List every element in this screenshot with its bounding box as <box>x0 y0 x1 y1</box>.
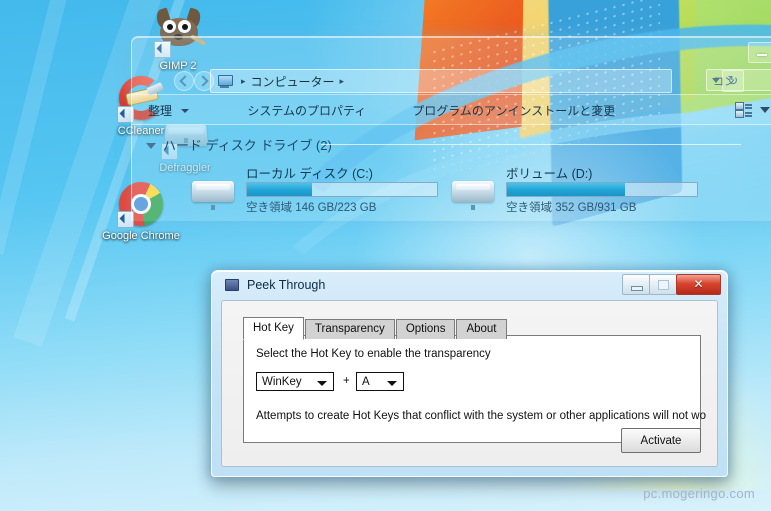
computer-icon <box>217 74 233 88</box>
site-watermark: pc.mogeringo.com <box>643 486 755 501</box>
drive-free-space: 空き領域 146 GB/223 GB <box>246 202 377 214</box>
drive-usage-bar <box>246 182 438 197</box>
breadcrumb-separator: ▸ <box>241 75 246 86</box>
view-dropdown-chevron-down-icon[interactable] <box>760 107 770 113</box>
chevron-down-icon <box>146 143 156 149</box>
dialog-minimize-button[interactable] <box>622 274 650 295</box>
explorer-address-row[interactable]: ▸ コンピューター ▸ ↻ コン <box>132 66 771 94</box>
explorer-window-controls[interactable] <box>748 42 771 63</box>
explorer-window[interactable]: ▸ コンピューター ▸ ↻ コン 整理 システムのプロパティ プログラムのアンイ… <box>131 36 771 221</box>
tab-transparency[interactable]: Transparency <box>304 319 395 339</box>
plus-separator: + <box>343 375 350 387</box>
modifier-key-value: WinKey <box>262 376 302 388</box>
dialog-window-controls[interactable]: ✕ <box>622 274 721 295</box>
explorer-content-pane: ハード ディスク ドライブ (2) ローカル ディスク (C:) 空き領域 14… <box>132 124 771 221</box>
explorer-toolbar[interactable]: 整理 システムのプロパティ プログラムのアンインストールと変更 » <box>132 94 771 125</box>
breadcrumb-separator[interactable]: ▸ <box>340 76 345 87</box>
activate-button[interactable]: Activate <box>621 428 701 453</box>
tab-panel-hot-key: Select the Hot Key to enable the transpa… <box>243 335 706 443</box>
explorer-titlebar[interactable] <box>132 37 771 66</box>
dialog-title: Peek Through <box>247 277 326 292</box>
group-label: ハード ディスク ドライブ (2) <box>163 138 332 153</box>
drive-icon <box>190 175 236 210</box>
tab-about[interactable]: About <box>456 319 507 339</box>
toolbar-system-properties-button[interactable]: システムのプロパティ <box>235 102 378 119</box>
drive-icon <box>450 175 496 210</box>
drive-item-d[interactable]: ボリューム (D:) 空き領域 352 GB/931 GB <box>450 163 705 221</box>
explorer-minimize-button[interactable] <box>748 42 771 63</box>
close-icon: ✕ <box>693 277 704 291</box>
dialog-maximize-button <box>649 274 677 295</box>
hot-key-value: A <box>362 376 370 388</box>
view-layout-icon[interactable] <box>736 103 752 117</box>
peek-through-dialog[interactable]: Peek Through ✕ Hot Key Transparency Opti… <box>211 270 728 477</box>
toolbar-organize-label: 整理 <box>148 103 173 118</box>
drive-name: ボリューム (D:) <box>506 167 593 181</box>
drive-usage-bar <box>506 182 698 197</box>
desktop-icon-label: Google Chrome <box>102 230 180 242</box>
toolbar-organize-button[interactable]: 整理 <box>132 102 201 119</box>
tab-hot-key[interactable]: Hot Key <box>243 317 304 340</box>
group-divider <box>321 144 741 145</box>
dialog-close-button[interactable]: ✕ <box>676 274 721 295</box>
hot-key-select[interactable]: A <box>356 372 404 391</box>
drive-free-space: 空き領域 352 GB/931 GB <box>506 202 637 214</box>
breadcrumb-computer[interactable]: コンピューター <box>251 73 335 90</box>
toolbar-uninstall-button[interactable]: プログラムのアンインストールと変更 <box>400 102 627 119</box>
modifier-key-select[interactable]: WinKey <box>256 372 334 391</box>
hotkey-conflict-note: Attempts to create Hot Keys that conflic… <box>256 410 706 422</box>
hotkey-instruction: Select the Hot Key to enable the transpa… <box>256 348 491 360</box>
address-bar[interactable]: ▸ コンピューター ▸ <box>210 69 672 93</box>
dialog-body: Hot Key Transparency Options About Selec… <box>221 300 718 467</box>
toolbar-overflow-button[interactable]: » <box>595 103 602 117</box>
chevron-down-icon <box>387 381 397 386</box>
chevron-down-icon <box>317 381 327 386</box>
toolbar-uninstall-label: プログラムのアンインストールと変更 <box>412 103 616 118</box>
drive-item-c[interactable]: ローカル ディスク (C:) 空き領域 146 GB/223 GB <box>190 163 445 221</box>
drive-name: ローカル ディスク (C:) <box>246 167 373 181</box>
toolbar-system-properties-label: システムのプロパティ <box>247 103 367 118</box>
dialog-titlebar[interactable]: Peek Through ✕ <box>212 271 727 298</box>
app-icon <box>225 278 239 291</box>
tab-strip[interactable]: Hot Key Transparency Options About <box>243 317 508 340</box>
screen: CCleaner GIMP 2 Google Chrome Defraggler <box>0 0 771 511</box>
back-button[interactable] <box>174 71 194 91</box>
chevron-down-icon <box>181 109 190 114</box>
group-header-hard-disks[interactable]: ハード ディスク ドライブ (2) <box>146 135 741 154</box>
search-input[interactable]: コン <box>706 69 771 91</box>
tab-options[interactable]: Options <box>395 319 456 339</box>
